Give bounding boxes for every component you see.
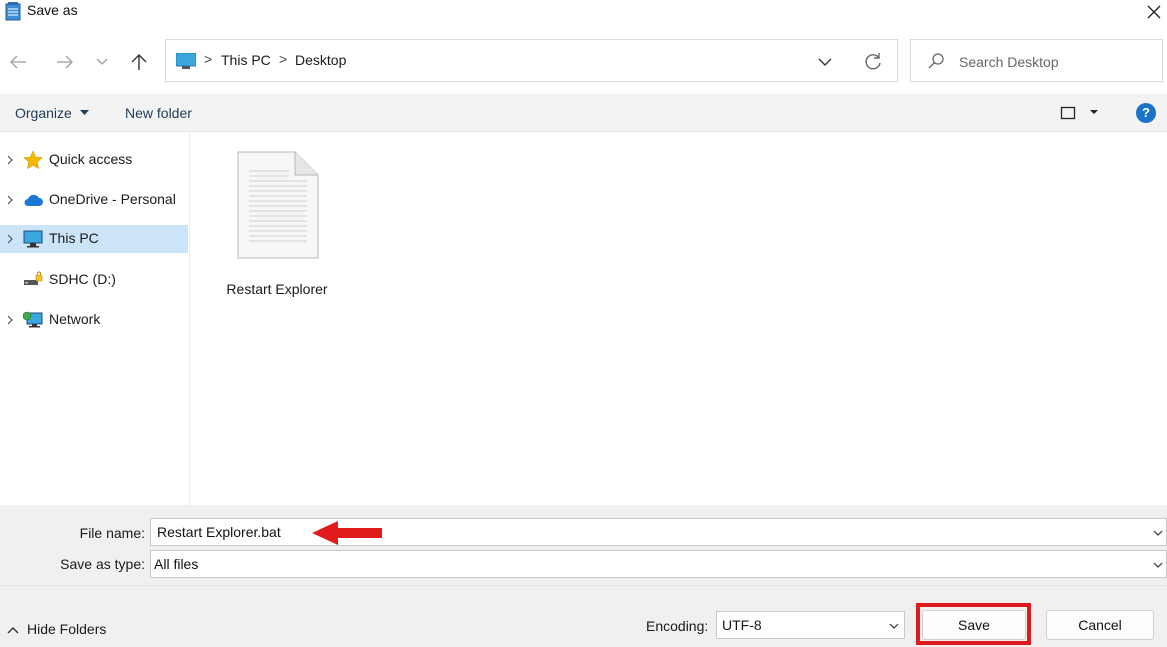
close-icon	[1147, 5, 1161, 19]
encoding-value: UTF-8	[722, 617, 762, 633]
up-button[interactable]	[127, 50, 151, 74]
navigation-bar: > This PC > Desktop	[0, 38, 1167, 84]
breadcrumb-separator: >	[204, 51, 213, 67]
help-button[interactable]: ?	[1136, 103, 1156, 123]
title-bar: Save as	[0, 0, 1167, 26]
chevron-down-icon[interactable]	[1152, 527, 1164, 539]
chevron-right-icon[interactable]	[4, 154, 16, 166]
breadcrumb-desktop[interactable]: Desktop	[295, 52, 346, 68]
forward-button[interactable]	[53, 50, 77, 74]
organize-menu[interactable]: Organize	[15, 105, 89, 121]
file-name-field[interactable]: Restart Explorer.bat	[150, 518, 1167, 546]
computer-icon	[176, 53, 196, 69]
notepad-icon	[5, 2, 21, 21]
save-as-type-value: All files	[154, 556, 199, 572]
search-input[interactable]	[959, 51, 1154, 73]
save-form: File name: Restart Explorer.bat Save as …	[0, 505, 1167, 647]
chevron-down-icon[interactable]	[816, 53, 834, 71]
sidebar-item-label: OneDrive - Personal	[49, 191, 176, 207]
new-folder-button[interactable]: New folder	[125, 105, 192, 121]
command-bar: Organize New folder ?	[0, 94, 1167, 132]
breadcrumb-this-pc[interactable]: This PC	[221, 52, 271, 68]
file-name-value: Restart Explorer.bat	[157, 524, 281, 540]
chevron-down-icon	[96, 58, 108, 65]
encoding-label: Encoding:	[646, 618, 709, 634]
view-mode-icon[interactable]	[1060, 105, 1076, 121]
annotation-arrow	[312, 521, 382, 545]
sidebar-item-label: Network	[49, 311, 101, 327]
breadcrumb-separator: >	[279, 51, 288, 67]
address-bar[interactable]: > This PC > Desktop	[165, 39, 898, 82]
sidebar-item-quick-access[interactable]: Quick access	[0, 146, 188, 174]
hide-folders-label: Hide Folders	[27, 621, 107, 637]
up-arrow-icon	[131, 54, 147, 70]
refresh-icon[interactable]	[862, 51, 884, 73]
close-button[interactable]	[1142, 0, 1166, 24]
file-item[interactable]: Restart Explorer	[213, 149, 341, 297]
chevron-right-icon[interactable]	[4, 233, 16, 245]
sidebar-item-label: This PC	[49, 230, 99, 246]
save-as-type-label: Save as type:	[60, 556, 145, 572]
back-arrow-icon	[10, 55, 26, 69]
sidebar-item-onedrive[interactable]: OneDrive - Personal	[0, 186, 188, 214]
dropdown-arrow-icon	[79, 110, 89, 115]
save-button-highlight	[916, 603, 1031, 645]
chevron-up-icon	[7, 627, 19, 634]
network-icon	[23, 311, 43, 328]
text-file-icon	[237, 151, 319, 259]
chevron-right-icon[interactable]	[4, 314, 16, 326]
search-icon	[928, 53, 944, 69]
dropdown-arrow-icon[interactable]	[1088, 106, 1100, 118]
chevron-right-icon[interactable]	[4, 194, 16, 206]
computer-icon	[23, 230, 43, 248]
organize-label: Organize	[15, 105, 72, 121]
sidebar-item-sdhc-drive[interactable]: SDHC (D:)	[0, 266, 188, 294]
drive-icon	[24, 271, 43, 285]
sidebar-item-label: Quick access	[49, 151, 133, 167]
sidebar-item-network[interactable]: Network	[0, 306, 188, 334]
recent-locations-button[interactable]	[90, 50, 114, 74]
navigation-pane: Quick access OneDrive - Personal This PC…	[0, 133, 190, 505]
divider	[0, 585, 1167, 586]
file-list: Restart Explorer	[191, 133, 1167, 505]
file-name: Restart Explorer	[226, 281, 328, 297]
forward-arrow-icon	[57, 55, 73, 69]
search-box[interactable]	[910, 39, 1163, 82]
encoding-select[interactable]: UTF-8	[716, 611, 905, 639]
chevron-down-icon	[889, 623, 899, 629]
save-as-type-select[interactable]: All files	[150, 550, 1167, 578]
back-button[interactable]	[6, 50, 30, 74]
sidebar-item-label: SDHC (D:)	[49, 271, 116, 287]
file-name-label: File name:	[79, 525, 145, 541]
chevron-down-icon[interactable]	[1152, 559, 1164, 571]
cloud-icon	[24, 194, 43, 206]
sidebar-item-this-pc[interactable]: This PC	[0, 225, 188, 253]
window-title: Save as	[27, 2, 78, 18]
star-icon	[23, 151, 43, 169]
cancel-button[interactable]: Cancel	[1046, 610, 1154, 640]
